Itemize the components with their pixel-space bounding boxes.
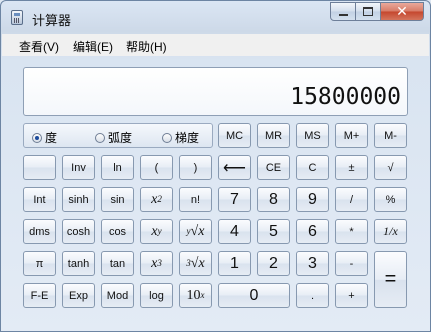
ce-button[interactable]: CE [257, 155, 290, 180]
m-plus-button[interactable]: M+ [335, 123, 368, 148]
inv-button[interactable]: Inv [62, 155, 95, 180]
plus-button[interactable]: + [335, 283, 368, 308]
ten-base: 10 [186, 287, 201, 303]
maximize-icon [363, 7, 373, 16]
calculator-window: 计算器 ✕ 查看(V) 编辑(E) 帮助(H) 15800000 度 弧度 梯度… [0, 0, 431, 332]
menu-bar: 查看(V) 编辑(E) 帮助(H) [2, 34, 429, 56]
cube-root-button[interactable]: 3 √x [179, 251, 212, 276]
digit-2-button[interactable]: 2 [257, 251, 290, 276]
digit-0-button[interactable]: 0 [218, 283, 290, 308]
radio-degrees[interactable]: 度 [32, 129, 57, 146]
menu-view[interactable]: 查看(V) [19, 38, 59, 55]
pi-button[interactable]: π [23, 251, 56, 276]
digit-5-button[interactable]: 5 [257, 219, 290, 244]
digit-9-button[interactable]: 9 [296, 187, 329, 212]
radio-unselected-icon [95, 132, 105, 143]
close-button[interactable]: ✕ [381, 2, 424, 21]
sin-button[interactable]: sin [101, 187, 134, 212]
tanh-button[interactable]: tanh [62, 251, 95, 276]
result-display: 15800000 [23, 67, 408, 116]
c-button[interactable]: C [296, 155, 329, 180]
tan-button[interactable]: tan [101, 251, 134, 276]
radio-radians-label: 弧度 [108, 131, 133, 145]
equals-button[interactable]: = [374, 251, 407, 308]
ten-power-button[interactable]: 10 x [179, 283, 212, 308]
exp-button[interactable]: Exp [62, 283, 95, 308]
power-base: x [151, 223, 158, 239]
digit-7-button[interactable]: 7 [218, 187, 251, 212]
log-button[interactable]: log [140, 283, 173, 308]
mc-button[interactable]: MC [218, 123, 251, 148]
m-minus-button[interactable]: M- [374, 123, 407, 148]
cos-button[interactable]: cos [101, 219, 134, 244]
mr-button[interactable]: MR [257, 123, 290, 148]
caption-buttons: ✕ [330, 2, 424, 22]
power-button[interactable]: xy [140, 219, 173, 244]
radio-selected-icon [32, 132, 42, 143]
divide-button[interactable]: / [335, 187, 368, 212]
cube-button[interactable]: x3 [140, 251, 173, 276]
dms-button[interactable]: dms [23, 219, 56, 244]
radio-unselected-icon [162, 132, 172, 143]
radio-grads[interactable]: 梯度 [162, 129, 199, 146]
plus-minus-button[interactable]: ± [335, 155, 368, 180]
display-value: 15800000 [290, 84, 401, 110]
window-title: 计算器 [32, 13, 72, 28]
ln-button[interactable]: ln [101, 155, 134, 180]
menu-edit[interactable]: 编辑(E) [73, 38, 113, 55]
cube-root-label: √x [190, 255, 205, 271]
reciprocal-button[interactable]: 1/x [374, 219, 407, 244]
decimal-button[interactable]: . [296, 283, 329, 308]
backspace-icon: ⟵ [223, 159, 246, 177]
radio-grads-label: 梯度 [175, 131, 200, 145]
int-button[interactable]: Int [23, 187, 56, 212]
yroot-label: √x [190, 223, 205, 239]
digit-1-button[interactable]: 1 [218, 251, 251, 276]
cosh-button[interactable]: cosh [62, 219, 95, 244]
angle-mode-group: 度 弧度 梯度 [23, 123, 213, 148]
yroot-button[interactable]: y √x [179, 219, 212, 244]
left-paren-button[interactable]: ( [140, 155, 173, 180]
digit-8-button[interactable]: 8 [257, 187, 290, 212]
digit-6-button[interactable]: 6 [296, 219, 329, 244]
digit-3-button[interactable]: 3 [296, 251, 329, 276]
sinh-button[interactable]: sinh [62, 187, 95, 212]
digit-4-button[interactable]: 4 [218, 219, 251, 244]
minimize-icon [338, 13, 348, 16]
minus-button[interactable]: - [335, 251, 368, 276]
close-icon: ✕ [396, 3, 408, 19]
mod-button[interactable]: Mod [101, 283, 134, 308]
maximize-button[interactable] [356, 2, 381, 21]
radio-degrees-label: 度 [45, 131, 58, 145]
radio-radians[interactable]: 弧度 [95, 129, 132, 146]
title-bar: 计算器 ✕ [1, 1, 430, 33]
menu-help[interactable]: 帮助(H) [126, 38, 167, 55]
calculator-icon [11, 10, 23, 25]
percent-button[interactable]: % [374, 187, 407, 212]
multiply-button[interactable]: * [335, 219, 368, 244]
square-button[interactable]: x2 [140, 187, 173, 212]
right-paren-button[interactable]: ) [179, 155, 212, 180]
ms-button[interactable]: MS [296, 123, 329, 148]
fe-button[interactable]: F-E [23, 283, 56, 308]
minimize-button[interactable] [330, 2, 356, 21]
blank-button [23, 155, 56, 180]
factorial-button[interactable]: n! [179, 187, 212, 212]
sqrt-button[interactable]: √ [374, 155, 407, 180]
backspace-button[interactable]: ⟵ [218, 155, 251, 180]
